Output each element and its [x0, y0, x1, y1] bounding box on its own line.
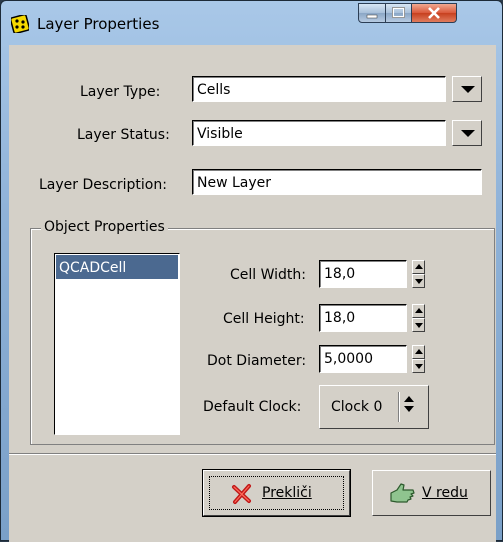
window-title: Layer Properties: [37, 15, 160, 33]
qcad-cell-icon: [11, 15, 29, 33]
spin-down-icon[interactable]: [412, 274, 425, 288]
dialog-window: Layer Properties Layer Type: Cells Layer…: [0, 0, 503, 542]
cancel-button[interactable]: Prekliči: [202, 469, 351, 517]
layer-type-dropdown-button[interactable]: [452, 76, 482, 102]
list-item[interactable]: QCADCell: [56, 255, 178, 279]
chevron-down-icon: [461, 86, 475, 93]
dot-diameter-label: Dot Diameter:: [207, 353, 307, 369]
object-properties-title: Object Properties: [41, 219, 168, 235]
hand-ok-icon: [390, 483, 415, 503]
maximize-icon: [392, 7, 405, 18]
spin-up-icon[interactable]: [412, 345, 425, 359]
spin-up-icon[interactable]: [412, 304, 425, 318]
layer-status-label: Layer Status:: [77, 127, 170, 143]
minimize-icon: [366, 14, 378, 19]
maximize-button[interactable]: [385, 3, 412, 23]
cell-height-label: Cell Height:: [223, 311, 305, 327]
cell-width-input[interactable]: 18,0: [319, 260, 407, 288]
cell-width-label: Cell Width:: [230, 267, 307, 283]
object-list[interactable]: QCADCell: [54, 253, 180, 435]
cross-icon: [232, 484, 251, 504]
close-button[interactable]: [411, 3, 457, 23]
dot-diameter-input[interactable]: 5,0000: [319, 345, 407, 373]
ok-button[interactable]: V redu: [372, 470, 491, 516]
cell-height-spinner[interactable]: [412, 304, 425, 332]
default-clock-value: Clock 0: [331, 399, 383, 415]
ok-label: V redu: [422, 485, 468, 501]
minimize-button[interactable]: [358, 3, 386, 23]
cancel-label: Prekliči: [262, 485, 312, 501]
spin-down-icon[interactable]: [412, 318, 425, 332]
dot-diameter-spinner[interactable]: [412, 345, 425, 373]
spin-down-icon[interactable]: [412, 359, 425, 373]
default-clock-label: Default Clock:: [203, 399, 302, 415]
cell-height-input[interactable]: 18,0: [319, 304, 407, 332]
layer-description-input[interactable]: New Layer: [192, 169, 482, 195]
close-icon: [428, 7, 440, 19]
up-down-arrows-icon: [404, 396, 414, 412]
default-clock-select[interactable]: Clock 0: [319, 385, 429, 429]
layer-status-dropdown-button[interactable]: [452, 120, 482, 146]
chevron-down-icon: [461, 130, 475, 137]
layer-type-combo[interactable]: Cells: [192, 76, 446, 102]
title-bar[interactable]: Layer Properties: [1, 1, 503, 45]
spin-up-icon[interactable]: [412, 260, 425, 274]
layer-type-label: Layer Type:: [80, 84, 161, 100]
layer-description-label: Layer Description:: [39, 177, 167, 193]
divider: [9, 453, 496, 455]
cell-width-spinner[interactable]: [412, 260, 425, 288]
layer-status-combo[interactable]: Visible: [192, 120, 446, 146]
